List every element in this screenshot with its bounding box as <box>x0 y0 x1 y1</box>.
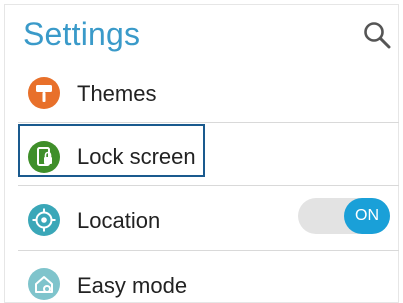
search-icon <box>364 22 391 49</box>
divider <box>18 122 399 123</box>
page-title: Settings <box>23 16 141 52</box>
divider <box>18 185 399 186</box>
toggle-state-label: ON <box>355 207 379 224</box>
settings-item-themes[interactable]: Themes <box>18 59 399 123</box>
paint-roller-icon <box>28 77 60 109</box>
lock-screen-icon <box>28 141 60 173</box>
location-crosshair-icon <box>28 204 60 236</box>
header: Settings <box>4 4 399 64</box>
divider <box>18 250 399 251</box>
location-toggle[interactable]: ON <box>298 198 390 234</box>
settings-screen: Settings Themes Lock screen Location Eas… <box>4 4 399 303</box>
settings-item-label: Lock screen <box>77 144 196 169</box>
search-button[interactable] <box>362 20 392 50</box>
settings-item-label: Easy mode <box>77 273 188 298</box>
settings-item-lock-screen[interactable]: Lock screen <box>18 124 399 188</box>
easy-mode-home-icon <box>28 268 60 300</box>
settings-item-label: Themes <box>77 81 157 106</box>
settings-item-easy-mode[interactable]: Easy mode <box>18 252 399 303</box>
settings-item-label: Location <box>77 208 161 233</box>
toggle-knob: ON <box>344 198 390 234</box>
